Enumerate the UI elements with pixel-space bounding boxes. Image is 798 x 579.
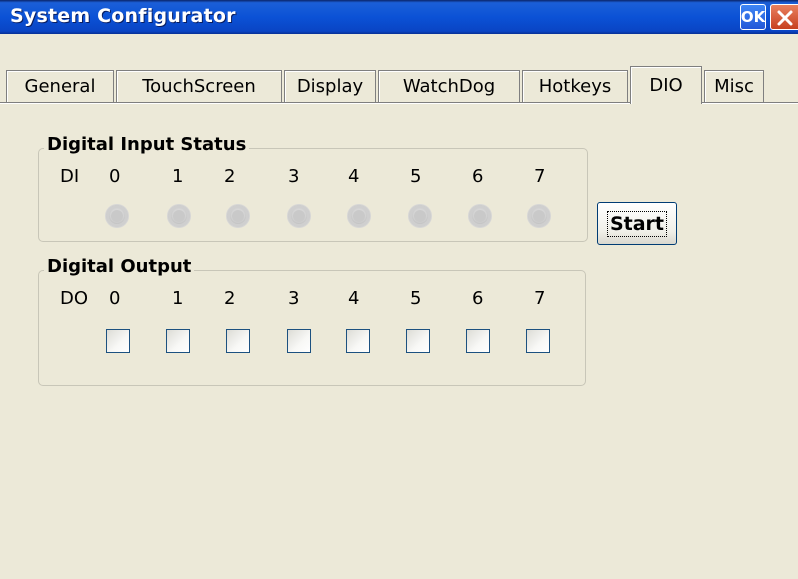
di-channel-label: 4 xyxy=(348,166,360,187)
di-channel-label: 3 xyxy=(288,166,300,187)
led-indicator-icon xyxy=(474,210,486,222)
do-channel-label: 3 xyxy=(288,288,300,309)
title-bar: System Configurator OK xyxy=(0,0,798,34)
close-button[interactable] xyxy=(770,4,798,30)
do-channel-label: 1 xyxy=(172,288,184,309)
di-led-1 xyxy=(168,205,190,227)
tab-general[interactable]: General xyxy=(6,70,114,102)
tab-watchdog[interactable]: WatchDog xyxy=(378,70,520,102)
do-prefix-label: DO xyxy=(60,288,89,309)
di-channel-label: 5 xyxy=(410,166,422,187)
do-channel-label: 4 xyxy=(348,288,360,309)
start-button-label: Start xyxy=(606,210,668,237)
digital-input-group xyxy=(38,148,588,242)
led-indicator-icon xyxy=(173,210,185,222)
do-checkbox-5[interactable] xyxy=(406,329,430,353)
digital-output-title: Digital Output xyxy=(44,256,195,277)
di-channel-label: 6 xyxy=(472,166,484,187)
digital-input-title: Digital Input Status xyxy=(44,134,250,155)
do-checkbox-3[interactable] xyxy=(287,329,311,353)
do-checkbox-4[interactable] xyxy=(346,329,370,353)
tab-touchscreen[interactable]: TouchScreen xyxy=(116,70,282,102)
do-channel-label: 2 xyxy=(224,288,236,309)
led-indicator-icon xyxy=(414,210,426,222)
di-channel-label: 2 xyxy=(224,166,236,187)
tab-dio[interactable]: DIO xyxy=(630,66,702,104)
do-checkbox-7[interactable] xyxy=(526,329,550,353)
di-led-0 xyxy=(106,205,128,227)
di-led-4 xyxy=(348,205,370,227)
di-led-2 xyxy=(227,205,249,227)
do-checkbox-1[interactable] xyxy=(166,329,190,353)
do-checkbox-2[interactable] xyxy=(226,329,250,353)
do-channel-label: 7 xyxy=(534,288,546,309)
window-title: System Configurator xyxy=(10,5,236,27)
led-indicator-icon xyxy=(111,210,123,222)
led-indicator-icon xyxy=(232,210,244,222)
di-channel-label: 1 xyxy=(172,166,184,187)
close-icon xyxy=(777,10,793,26)
tab-hotkeys[interactable]: Hotkeys xyxy=(522,70,628,102)
di-led-6 xyxy=(469,205,491,227)
di-channel-label: 7 xyxy=(534,166,546,187)
di-led-5 xyxy=(409,205,431,227)
do-checkbox-6[interactable] xyxy=(466,329,490,353)
di-channel-label: 0 xyxy=(109,166,121,187)
di-led-3 xyxy=(288,205,310,227)
do-channel-label: 0 xyxy=(109,288,121,309)
led-indicator-icon xyxy=(353,210,365,222)
tab-display[interactable]: Display xyxy=(284,70,376,102)
do-channel-label: 6 xyxy=(472,288,484,309)
start-button[interactable]: Start xyxy=(597,202,677,245)
led-indicator-icon xyxy=(533,210,545,222)
do-checkbox-0[interactable] xyxy=(106,329,130,353)
di-prefix-label: DI xyxy=(60,166,80,187)
ok-button[interactable]: OK xyxy=(740,4,766,30)
do-channel-label: 5 xyxy=(410,288,422,309)
di-led-7 xyxy=(528,205,550,227)
tab-misc[interactable]: Misc xyxy=(704,70,764,102)
led-indicator-icon xyxy=(293,210,305,222)
